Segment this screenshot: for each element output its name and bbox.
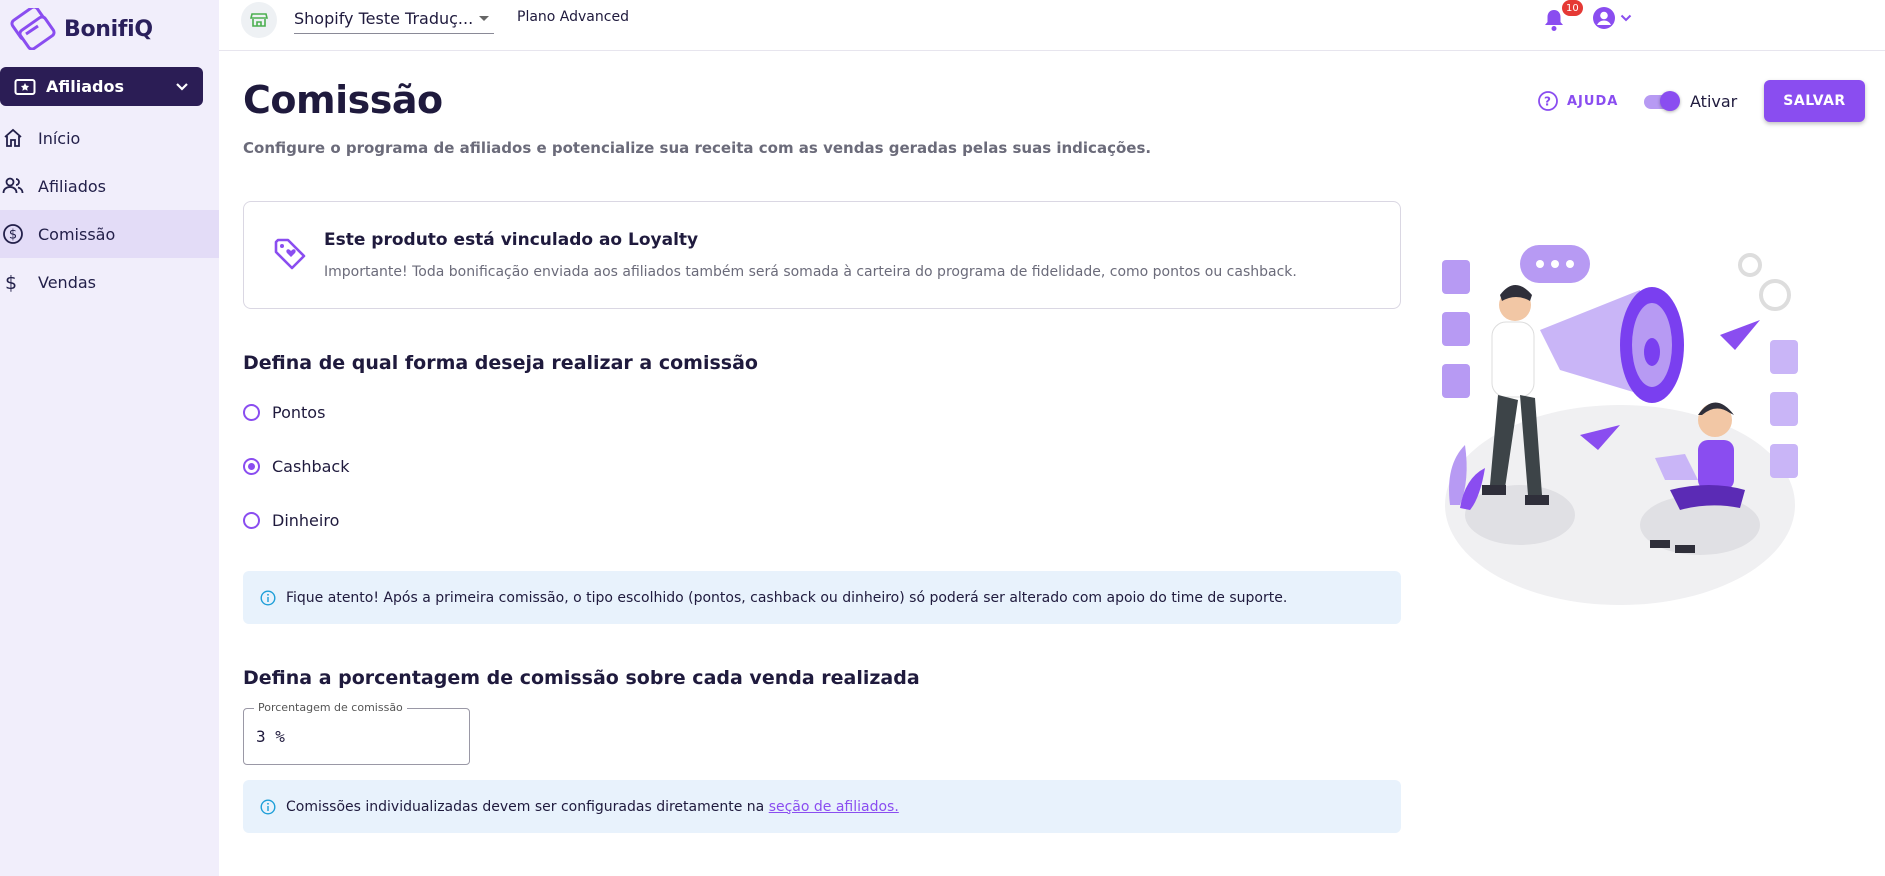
sidebar-item-afiliados[interactable]: Afiliados <box>0 162 219 210</box>
sidebar-item-label: Afiliados <box>38 176 106 196</box>
radio-label: Cashback <box>272 457 350 476</box>
radio-button[interactable] <box>243 404 260 421</box>
plan-label: Plano Advanced <box>517 9 629 25</box>
user-avatar-icon <box>1593 7 1615 29</box>
ticket-icon <box>14 78 36 95</box>
store-icon <box>241 2 277 38</box>
megaphone-illustration <box>1442 245 1798 605</box>
dollar-icon: $ <box>5 272 17 293</box>
caret-down-icon <box>479 15 489 21</box>
bonifiq-logo-icon <box>10 8 56 50</box>
individual-commission-notice: Comissões individualizadas devem ser con… <box>243 780 1401 833</box>
svg-text:$: $ <box>5 272 17 293</box>
store-name: Shopify Teste Traduç... <box>294 9 474 28</box>
radio-cashback[interactable]: Cashback <box>243 457 349 476</box>
sidebar-item-label: Comissão <box>38 224 116 244</box>
help-label: AJUDA <box>1567 93 1619 109</box>
brand-name: BonifiQ <box>64 16 153 42</box>
commission-type-title: Defina de qual forma deseja realizar a c… <box>243 352 758 374</box>
svg-text:?: ? <box>1544 95 1552 109</box>
page-subtitle: Configure o programa de afiliados e pote… <box>243 139 1152 157</box>
product-select-label: Afiliados <box>46 77 124 96</box>
sidebar-nav: Início Afiliados $ Comissão $ Vendas <box>0 114 219 306</box>
sidebar: BonifiQ Afiliados Início Afiliados $ Com… <box>0 0 219 876</box>
field-label: Porcentagem de comissão <box>254 701 407 714</box>
commission-percentage-field[interactable]: Porcentagem de comissão <box>243 701 470 765</box>
radio-label: Dinheiro <box>272 511 340 530</box>
tag-heart-icon <box>274 238 306 270</box>
commission-percentage-title: Defina a porcentagem de comissão sobre c… <box>243 667 920 689</box>
chevron-down-icon <box>176 82 188 91</box>
loyalty-text: Importante! Toda bonificação enviada aos… <box>324 264 1297 280</box>
sidebar-item-label: Início <box>38 128 81 148</box>
sidebar-item-vendas[interactable]: $ Vendas <box>0 258 219 306</box>
activate-toggle-label: Ativar <box>1690 91 1738 111</box>
notice-text: Comissões individualizadas devem ser con… <box>286 798 899 815</box>
users-icon <box>2 177 24 194</box>
commission-percentage-input[interactable] <box>256 727 456 746</box>
loyalty-title: Este produto está vinculado ao Loyalty <box>324 230 699 250</box>
radio-button-selected[interactable] <box>243 458 260 475</box>
affiliates-section-link[interactable]: seção de afiliados. <box>769 799 899 815</box>
logo[interactable]: BonifiQ <box>8 8 153 50</box>
sidebar-item-label: Vendas <box>38 272 96 292</box>
sidebar-item-comissao[interactable]: $ Comissão <box>0 210 219 258</box>
svg-text:$: $ <box>9 228 17 243</box>
dollar-circle-icon: $ <box>3 224 23 244</box>
radio-dinheiro[interactable]: Dinheiro <box>243 511 339 530</box>
home-icon <box>4 128 22 147</box>
loyalty-card: Este produto está vinculado ao Loyalty I… <box>243 201 1401 309</box>
activate-toggle-group: Ativar <box>1642 90 1737 112</box>
radio-button[interactable] <box>243 512 260 529</box>
info-icon <box>260 798 276 815</box>
chevron-down-icon <box>1620 14 1632 22</box>
commission-type-notice: Fique atento! Após a primeira comissão, … <box>243 571 1401 624</box>
notification-badge: 10 <box>1562 0 1583 16</box>
product-select[interactable]: Afiliados <box>0 67 203 106</box>
notice-text: Fique atento! Após a primeira comissão, … <box>286 589 1288 606</box>
page-title: Comissão <box>243 78 443 122</box>
activate-toggle[interactable] <box>1642 90 1680 112</box>
info-icon <box>260 589 276 606</box>
save-button[interactable]: SALVAR <box>1764 80 1865 122</box>
radio-pontos[interactable]: Pontos <box>243 403 325 422</box>
help-button[interactable]: ? AJUDA <box>1537 90 1618 112</box>
sidebar-item-inicio[interactable]: Início <box>0 114 219 162</box>
store-select[interactable]: Shopify Teste Traduç... <box>294 4 494 34</box>
radio-label: Pontos <box>272 403 326 422</box>
topbar: Shopify Teste Traduç... Plano Advanced <box>219 0 1885 51</box>
help-circle-icon: ? <box>1538 91 1558 111</box>
account-menu[interactable] <box>1592 6 1632 30</box>
